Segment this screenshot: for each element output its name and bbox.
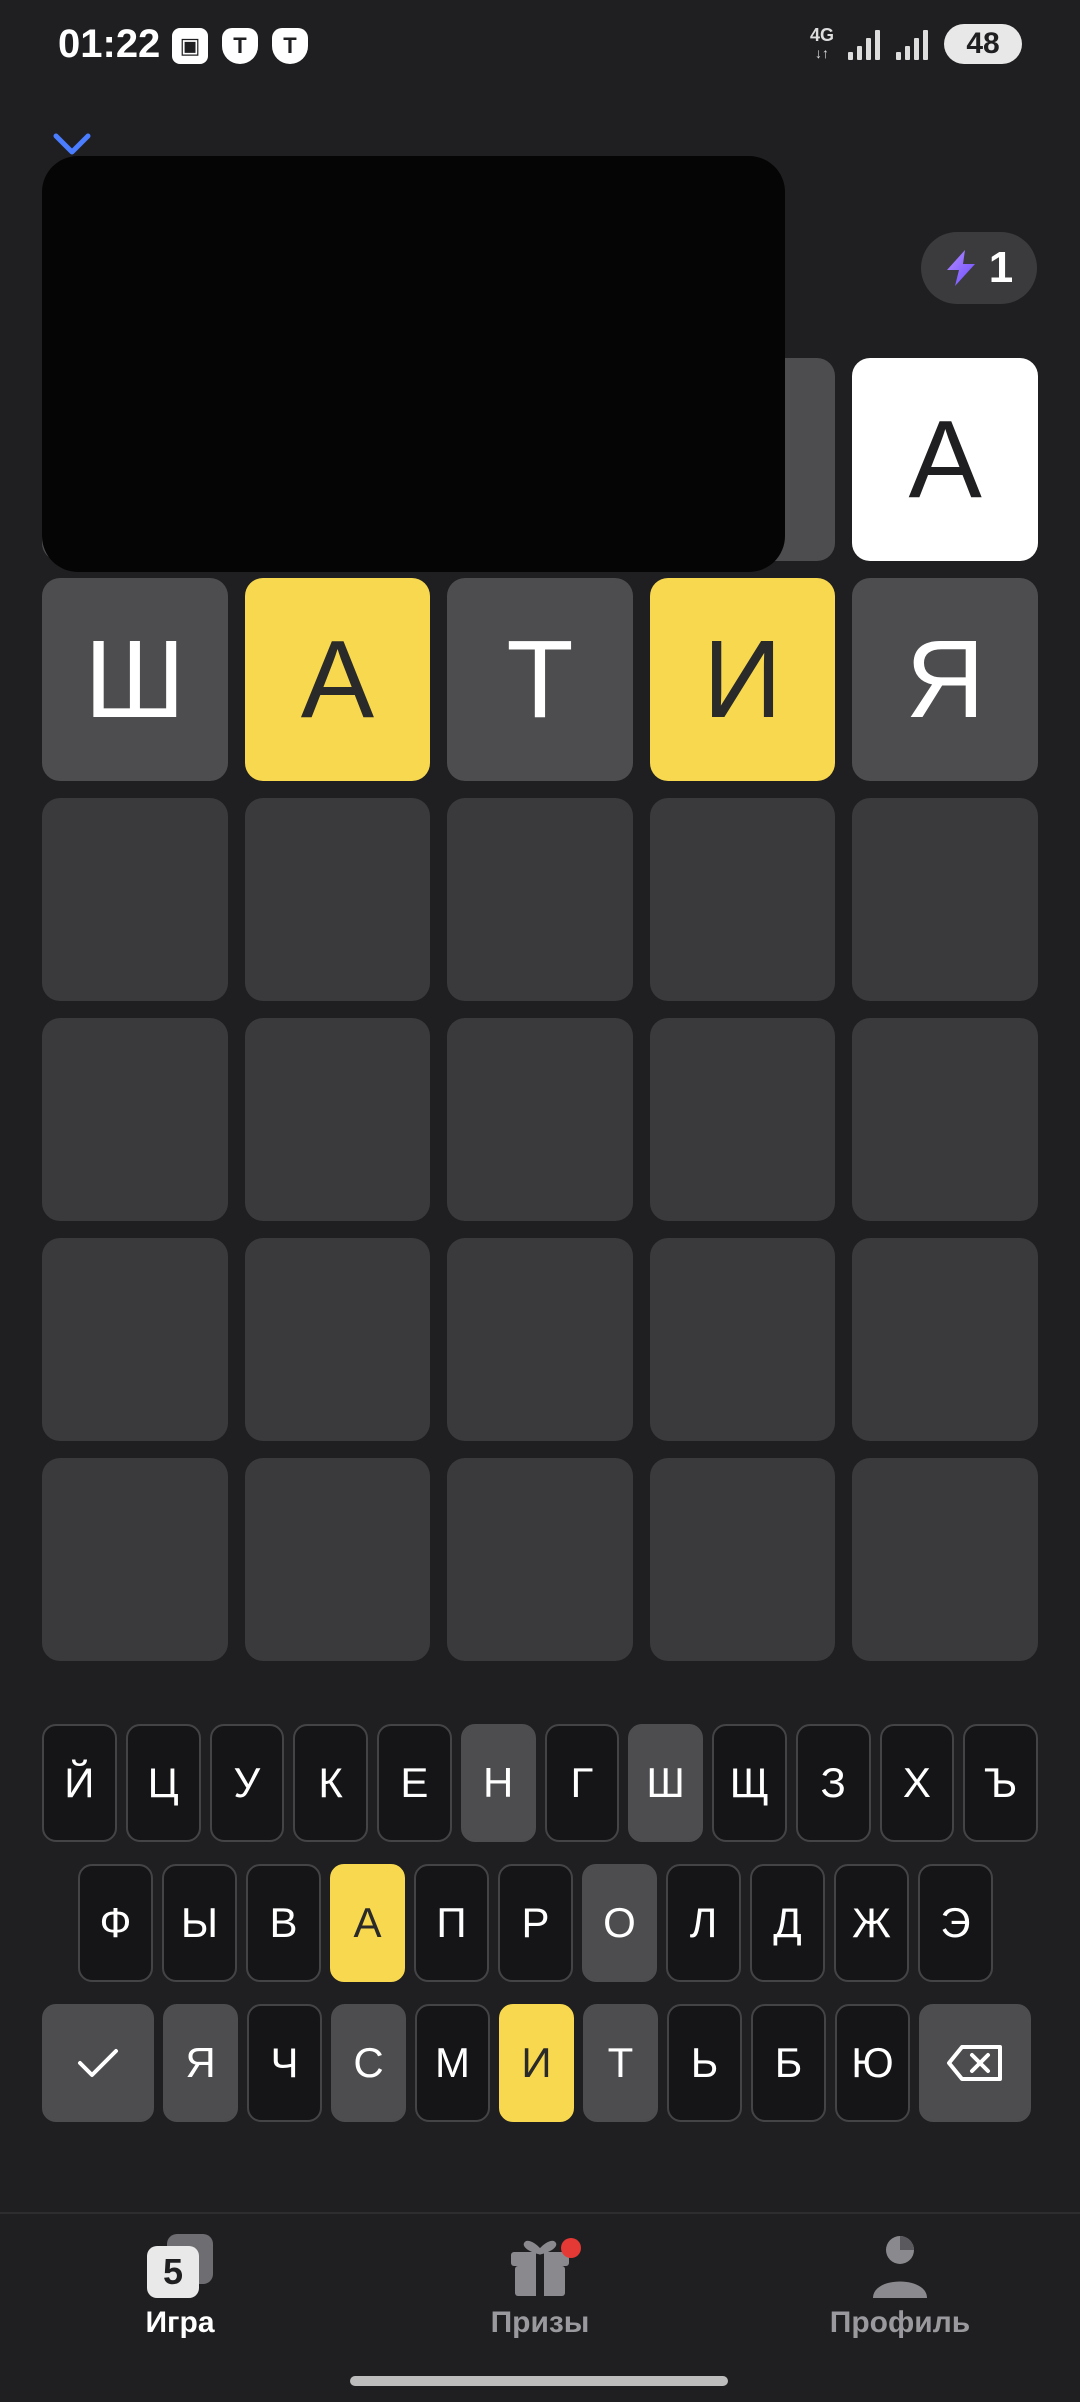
key-Ч[interactable]: Ч	[247, 2004, 322, 2122]
board-cell	[42, 798, 228, 1001]
key-К[interactable]: К	[293, 1724, 368, 1842]
keyboard-row-3: ЯЧСМИТЬБЮ	[42, 2004, 1038, 2122]
backspace-icon	[947, 2045, 1002, 2081]
key-Ж[interactable]: Ж	[834, 1864, 909, 1982]
nav-game[interactable]: 5 Игра	[60, 2234, 300, 2340]
board-row: ШАТИЯ	[42, 578, 1038, 781]
key-З[interactable]: З	[795, 1724, 871, 1842]
checkmark-icon	[78, 2049, 118, 2077]
key-Б[interactable]: Б	[751, 2004, 826, 2122]
board-cell: А	[852, 358, 1038, 561]
key-О[interactable]: О	[582, 1864, 657, 1982]
key-Щ[interactable]: Щ	[712, 1724, 787, 1842]
board-cell	[42, 1458, 228, 1661]
board-row	[42, 1238, 1038, 1441]
nav-prizes[interactable]: Призы	[420, 2234, 660, 2340]
key-Ф[interactable]: Ф	[78, 1864, 153, 1982]
board-cell	[447, 1238, 633, 1441]
gift-icon	[505, 2234, 581, 2298]
board-row	[42, 798, 1038, 1001]
profile-icon	[865, 2234, 935, 2298]
board-cell	[649, 1458, 836, 1661]
signal-icon-2	[896, 28, 930, 60]
system-icons: 4G ↓↑ 48	[810, 24, 1022, 64]
energy-count: 1	[988, 243, 1014, 292]
backspace-key[interactable]	[919, 2004, 1031, 2122]
status-bar: 01:22 ▣ T T 4G ↓↑ 48	[0, 0, 1080, 100]
board-cell	[42, 1238, 228, 1441]
board-cell	[852, 1238, 1038, 1441]
signal-icon	[848, 28, 882, 60]
key-Р[interactable]: Р	[498, 1864, 573, 1982]
key-Я[interactable]: Я	[163, 2004, 238, 2122]
keyboard: ЙЦУКЕНГШЩЗХЪ ФЫВАПРОЛДЖЭ ЯЧСМИТЬБЮ	[42, 1724, 1038, 2144]
key-А[interactable]: А	[330, 1864, 405, 1982]
key-Э[interactable]: Э	[918, 1864, 993, 1982]
key-Ы[interactable]: Ы	[162, 1864, 237, 1982]
notification-badge	[561, 2238, 581, 2258]
board-cell	[447, 1018, 633, 1221]
key-Т[interactable]: Т	[583, 2004, 658, 2122]
nav-profile[interactable]: Профиль	[780, 2234, 1020, 2340]
enter-key[interactable]	[42, 2004, 154, 2122]
board-cell	[244, 798, 431, 1001]
key-Д[interactable]: Д	[750, 1864, 825, 1982]
board-row	[42, 1018, 1038, 1221]
bottom-navigation: 5 Игра Призы Профиль	[0, 2212, 1080, 2402]
t-app-icon-2: T	[272, 28, 308, 64]
key-Е[interactable]: Е	[377, 1724, 452, 1842]
key-У[interactable]: У	[209, 1724, 285, 1842]
key-Н[interactable]: Н	[460, 1724, 536, 1842]
key-Й[interactable]: Й	[42, 1724, 117, 1842]
t-app-icon: T	[222, 28, 258, 64]
board-cell	[244, 1018, 431, 1221]
board-cell	[244, 1458, 431, 1661]
board-cell: Т	[447, 578, 633, 781]
notification-icons: ▣ T T	[172, 28, 308, 64]
board-row	[42, 1458, 1038, 1661]
board-cell	[649, 1238, 836, 1441]
key-И[interactable]: И	[499, 2004, 574, 2122]
status-time: 01:22	[58, 22, 161, 66]
board-cell: Я	[852, 578, 1038, 781]
network-type: 4G ↓↑	[809, 25, 834, 61]
board-cell: Ш	[42, 578, 228, 781]
lightning-icon	[946, 250, 975, 286]
key-Ш[interactable]: Ш	[628, 1724, 703, 1842]
home-indicator[interactable]	[350, 2376, 728, 2386]
game-logo-icon: 5	[145, 2234, 215, 2298]
board-cell	[852, 798, 1038, 1001]
key-Ц[interactable]: Ц	[125, 1724, 201, 1842]
board-cell	[649, 798, 836, 1001]
key-Г[interactable]: Г	[544, 1724, 620, 1842]
key-Ю[interactable]: Ю	[835, 2004, 910, 2122]
key-С[interactable]: С	[331, 2004, 406, 2122]
key-П[interactable]: П	[414, 1864, 489, 1982]
board-cell	[244, 1238, 431, 1441]
board-cell: А	[244, 578, 431, 781]
key-Л[interactable]: Л	[666, 1864, 741, 1982]
board-cell	[852, 1458, 1038, 1661]
key-Х[interactable]: Х	[879, 1724, 955, 1842]
key-Ь[interactable]: Ь	[667, 2004, 742, 2122]
video-overlay[interactable]	[42, 156, 785, 572]
board-cell	[42, 1018, 228, 1221]
board-cell	[852, 1018, 1038, 1221]
energy-counter[interactable]: 1	[921, 232, 1037, 304]
battery-indicator: 48	[944, 24, 1022, 64]
keyboard-row-2: ФЫВАПРОЛДЖЭ	[42, 1864, 1038, 1982]
key-Ъ[interactable]: Ъ	[963, 1724, 1038, 1842]
key-М[interactable]: М	[415, 2004, 490, 2122]
board-cell	[447, 798, 633, 1001]
board-cell	[447, 1458, 633, 1661]
screenshot-icon: ▣	[172, 28, 208, 64]
board-cell: И	[649, 578, 836, 781]
board-cell	[649, 1018, 836, 1221]
key-В[interactable]: В	[246, 1864, 321, 1982]
keyboard-row-1: ЙЦУКЕНГШЩЗХЪ	[42, 1724, 1038, 1842]
